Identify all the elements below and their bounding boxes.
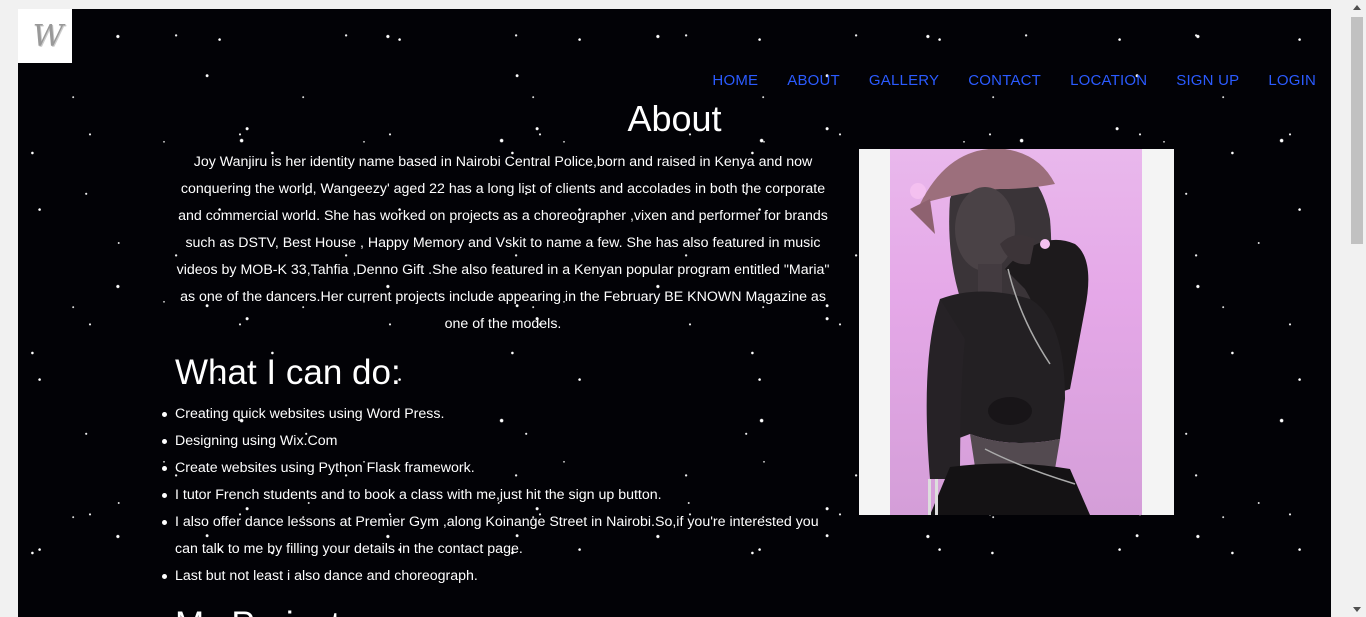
list-item: Create websites using Python Flask frame… bbox=[162, 455, 835, 482]
nav-signup-link[interactable]: SIGN UP bbox=[1176, 72, 1239, 89]
scroll-up-icon[interactable] bbox=[1353, 5, 1361, 10]
nav-login-link[interactable]: LOGIN bbox=[1268, 72, 1316, 89]
list-item: I also offer dance lessons at Premier Gy… bbox=[162, 509, 835, 563]
list-item: Last but not least i also dance and chor… bbox=[162, 563, 835, 590]
nav-about-link[interactable]: ABOUT bbox=[787, 72, 840, 89]
site-logo[interactable]: W bbox=[18, 9, 72, 63]
portrait-illustration bbox=[910, 149, 1090, 515]
page-scrollbar[interactable] bbox=[1348, 0, 1366, 617]
about-bio-paragraph: Joy Wanjiru is her identity name based i… bbox=[176, 154, 830, 332]
nav-home-link[interactable]: HOME bbox=[712, 72, 758, 89]
projects-heading: My Projects bbox=[175, 605, 358, 617]
logo-text: W bbox=[32, 18, 64, 54]
list-item: Designing using Wix.Com bbox=[162, 428, 835, 455]
page-background: W HOME ABOUT GALLERY CONTACT LOCATION SI… bbox=[18, 9, 1331, 617]
nav-gallery-link[interactable]: GALLERY bbox=[869, 72, 939, 89]
main-nav: HOME ABOUT GALLERY CONTACT LOCATION SIGN… bbox=[712, 72, 1316, 89]
list-item: Creating quick websites using Word Press… bbox=[162, 401, 835, 428]
cando-heading: What I can do: bbox=[175, 353, 401, 392]
nav-location-link[interactable]: LOCATION bbox=[1070, 72, 1147, 89]
cando-list: Creating quick websites using Word Press… bbox=[162, 401, 835, 590]
nav-contact-link[interactable]: CONTACT bbox=[968, 72, 1041, 89]
profile-photo bbox=[859, 149, 1174, 515]
list-item: I tutor French students and to book a cl… bbox=[162, 482, 835, 509]
scroll-down-icon[interactable] bbox=[1353, 607, 1361, 612]
scroll-thumb[interactable] bbox=[1351, 17, 1363, 244]
profile-photo-image bbox=[890, 149, 1142, 515]
about-heading: About bbox=[627, 98, 722, 139]
